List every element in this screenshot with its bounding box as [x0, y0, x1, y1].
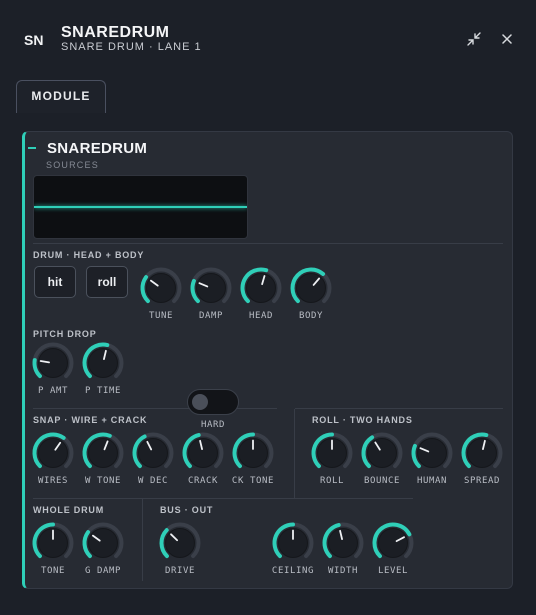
knob-dial-crack[interactable]	[181, 431, 225, 475]
module-badge: SN	[24, 32, 44, 48]
roll-button[interactable]: roll	[86, 266, 128, 298]
section-roll-label: ROLL · TWO HANDS	[312, 415, 413, 425]
knob-body	[296, 273, 326, 303]
knob-body	[246, 273, 276, 303]
module-header: SN SNAREDRUM SNARE DRUM · LANE 1	[0, 0, 536, 72]
knob-dial-wires[interactable]	[31, 431, 75, 475]
knob-label-g_damp: G DAMP	[84, 566, 122, 576]
knob-body	[88, 528, 118, 558]
waveform-line	[34, 206, 247, 208]
collapse-arrows-icon[interactable]	[465, 30, 483, 48]
section-drum-label: DRUM · HEAD + BODY	[33, 250, 145, 260]
divider	[142, 499, 143, 581]
knob-dial-body[interactable]	[289, 266, 333, 310]
toggle-thumb[interactable]	[192, 394, 208, 410]
knob-dial-tone[interactable]	[31, 521, 75, 565]
knob-dial-ceiling[interactable]	[271, 521, 315, 565]
knob-body	[38, 438, 68, 468]
knob-body	[467, 438, 497, 468]
knob-body	[38, 348, 68, 378]
knob-body	[88, 348, 118, 378]
hard-toggle[interactable]	[187, 389, 239, 415]
knob-drive[interactable]: DRIVE	[158, 521, 202, 577]
knob-label-level: LEVEL	[377, 566, 409, 576]
knob-p_time[interactable]: P TIME	[81, 341, 125, 397]
module-name: SNAREDRUM	[47, 140, 148, 157]
page-subtitle: SNARE DRUM · LANE 1	[61, 41, 202, 53]
knob-dial-drive[interactable]	[158, 521, 202, 565]
knob-body[interactable]: BODY	[289, 266, 333, 322]
knob-label-body: BODY	[298, 311, 324, 321]
sources-waveform[interactable]	[33, 175, 248, 239]
knob-dial-ck_tone[interactable]	[231, 431, 275, 475]
knob-body	[196, 273, 226, 303]
knob-ck_tone[interactable]: CK TONE	[231, 431, 275, 487]
knob-dial-damp[interactable]	[189, 266, 233, 310]
close-icon[interactable]	[498, 30, 516, 48]
knob-dial-w_tone[interactable]	[81, 431, 125, 475]
knob-level[interactable]: LEVEL	[371, 521, 415, 577]
knob-dial-p_time[interactable]	[81, 341, 125, 385]
divider	[295, 408, 503, 409]
divider	[294, 409, 295, 499]
hard-toggle-label: HARD	[200, 420, 226, 430]
knob-body	[88, 438, 118, 468]
knob-dial-head[interactable]	[239, 266, 283, 310]
divider	[33, 408, 277, 409]
knob-label-drive: DRIVE	[164, 566, 196, 576]
knob-body	[328, 528, 358, 558]
knob-body	[146, 273, 176, 303]
knob-dial-p_amt[interactable]	[31, 341, 75, 385]
knob-body	[378, 528, 408, 558]
knob-dial-spread[interactable]	[460, 431, 504, 475]
knob-label-p_time: P TIME	[84, 386, 122, 396]
knob-body	[165, 528, 195, 558]
tab-module[interactable]: MODULE	[16, 80, 106, 113]
section-whole-label: WHOLE DRUM	[33, 505, 104, 515]
divider	[143, 498, 413, 499]
section-bus-label: BUS · OUT	[160, 505, 214, 515]
knob-spread[interactable]: SPREAD	[460, 431, 504, 487]
knob-body	[417, 438, 447, 468]
knob-body	[138, 438, 168, 468]
hit-button[interactable]: hit	[34, 266, 76, 298]
divider	[33, 243, 503, 244]
knob-dial-tune[interactable]	[139, 266, 183, 310]
knob-dial-human[interactable]	[410, 431, 454, 475]
knob-dial-w_dec[interactable]	[131, 431, 175, 475]
sources-label: SOURCES	[46, 160, 99, 170]
collapse-dash-icon[interactable]	[28, 147, 36, 149]
section-snap-label: SNAP · WIRE + CRACK	[33, 415, 148, 425]
section-pitch-label: PITCH DROP	[33, 329, 97, 339]
knob-body	[188, 438, 218, 468]
knob-label-ck_tone: CK TONE	[231, 476, 275, 486]
page-title: SNAREDRUM	[61, 24, 170, 41]
knob-dial-width[interactable]	[321, 521, 365, 565]
divider	[33, 498, 143, 499]
knob-dial-level[interactable]	[371, 521, 415, 565]
knob-dial-g_damp[interactable]	[81, 521, 125, 565]
knob-body	[367, 438, 397, 468]
knob-dial-roll[interactable]	[310, 431, 354, 475]
knob-g_damp[interactable]: G DAMP	[81, 521, 125, 577]
knob-label-spread: SPREAD	[463, 476, 501, 486]
knob-dial-bounce[interactable]	[360, 431, 404, 475]
